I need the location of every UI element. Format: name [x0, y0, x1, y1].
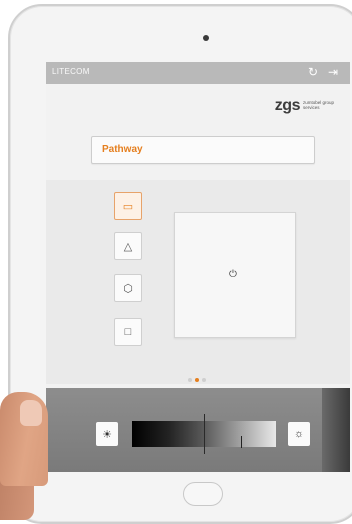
zone-selector[interactable]: Pathway [91, 136, 315, 164]
dim-down-button[interactable]: ☀ [96, 422, 118, 446]
app-screen: LITECOM ↻ ⇥ zgs zumtobel group services … [46, 62, 350, 472]
top-bar: LITECOM ↻ ⇥ [46, 62, 350, 84]
power-icon[interactable]: ⏻ [229, 269, 237, 280]
dimmer-edge [322, 388, 350, 472]
brand-logo: zgs zumtobel group services [275, 98, 334, 114]
tablet-frame: LITECOM ↻ ⇥ zgs zumtobel group services … [8, 4, 352, 524]
logo-mark: zgs [274, 97, 301, 114]
page-dot[interactable] [202, 378, 206, 382]
ceiling-light-icon: ⬡ [123, 282, 133, 295]
scene-button-pendant[interactable]: △ [114, 232, 142, 260]
page-indicator [188, 378, 206, 382]
logout-icon[interactable]: ⇥ [328, 64, 338, 80]
power-panel[interactable]: ⏻ [174, 212, 296, 338]
slider-handle[interactable] [204, 414, 205, 454]
scene-button-ceiling[interactable]: ⬡ [114, 274, 142, 302]
sun-light-icon: ☼ [293, 428, 305, 440]
logo-text-line2: services [302, 105, 320, 110]
logo-text: zumtobel group services [303, 100, 334, 110]
door-icon: □ [124, 326, 132, 338]
dim-up-button[interactable]: ☼ [288, 422, 310, 446]
sun-dark-icon: ☀ [102, 428, 112, 441]
pendant-light-icon: △ [123, 240, 133, 253]
lamp-icon: ▭ [122, 200, 134, 213]
page-dot-active[interactable] [195, 378, 199, 382]
home-button[interactable] [183, 482, 223, 506]
app-name: LITECOM [52, 67, 90, 76]
thumb-nail [20, 400, 42, 426]
camera-dot [203, 35, 209, 41]
page-dot[interactable] [188, 378, 192, 382]
scene-button-door[interactable]: □ [114, 318, 142, 346]
slider-tick [241, 436, 242, 448]
zone-name: Pathway [102, 144, 143, 155]
scene-button-lamp[interactable]: ▭ [114, 192, 142, 220]
refresh-icon[interactable]: ↻ [308, 64, 318, 80]
